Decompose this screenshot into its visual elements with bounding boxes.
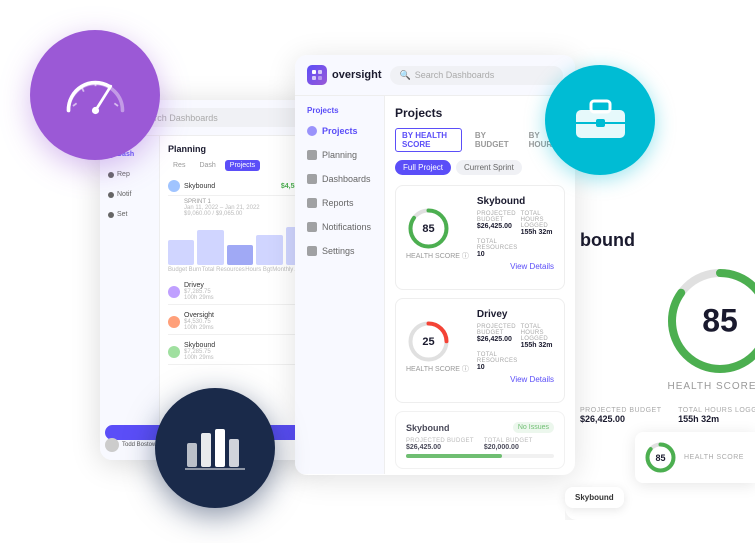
mid-sidebar: Projects Projects Planning Dashboards Re… <box>295 96 385 474</box>
bar-chart-icon <box>185 421 245 476</box>
teal-circle-decoration <box>545 65 655 175</box>
mid-main-content: Projects BY HEALTH SCORE BY BUDGET BY HO… <box>385 96 575 474</box>
skybound-bottom-label: Skybound <box>565 487 624 508</box>
skybound2-name: Skybound <box>406 423 450 433</box>
skybound2-progress <box>406 454 554 458</box>
health-score-partial: 85 HEALTH SCORE <box>635 432 755 483</box>
sidebar-item-settings[interactable]: Set <box>105 206 154 223</box>
list-item: Oversight $4,530.75 100h 29ms <box>168 309 312 335</box>
oversight-logo: oversight <box>307 65 382 85</box>
sidebar-mid-reports[interactable]: Reports <box>303 192 376 214</box>
project-card-skybound: 85 HEALTH SCORE ⓘ Skybound PROJECTED BUD… <box>395 185 565 290</box>
partial-label: HEALTH SCORE <box>684 454 744 461</box>
drivey-health-label: HEALTH SCORE ⓘ <box>406 364 469 374</box>
briefcase-icon <box>573 95 628 145</box>
project-card-skybound2: Skybound No Issues PROJECTED BUDGET $26,… <box>395 411 565 469</box>
left-sidebar: Dash Rep Notif Set + Create Project <box>100 136 160 460</box>
skybound-health-label: HEALTH SCORE ⓘ <box>406 251 469 261</box>
skybound-score: 85 <box>422 223 434 235</box>
right-project-name: bound <box>580 230 755 251</box>
drivey-score: 25 <box>422 336 434 348</box>
list-item: Drivey $7,285.75 100h 29ms <box>168 279 312 305</box>
skybound-stats: PROJECTED BUDGET $26,425.00 TOTAL HOURS … <box>477 211 554 258</box>
planning-title: Planning <box>168 144 312 154</box>
skybound-view-details[interactable]: View Details <box>477 262 554 271</box>
project-card-drivey: 25 HEALTH SCORE ⓘ Drivey PROJECTED BUDGE… <box>395 298 565 403</box>
big-health-score: 85 <box>702 303 738 340</box>
drivey-view-details[interactable]: View Details <box>477 375 554 384</box>
sidebar-item-notifications[interactable]: Notif <box>105 186 154 203</box>
sidebar-mid-planning[interactable]: Planning <box>303 144 376 166</box>
sidebar-mid-notifications[interactable]: Notifications <box>303 216 376 238</box>
drivey-hours-stat: TOTAL HOURS LOGGED 155h 32m <box>521 324 554 349</box>
mid-panel-header: oversight 🔍 Search Dashboards <box>295 55 575 96</box>
skybound2-total-budget: TOTAL BUDGET $20,000.00 <box>484 438 533 451</box>
mid-search-placeholder: Search Dashboards <box>415 70 495 80</box>
partial-health-content: 85 HEALTH SCORE <box>643 440 747 475</box>
oversight-app-name: oversight <box>332 69 382 81</box>
drivey-name: Drivey <box>477 309 554 320</box>
big-health-label: HEALTH SCORE <box>667 381 755 392</box>
purple-circle-decoration <box>30 30 160 160</box>
projects-below-chart: Drivey $7,285.75 100h 29ms Oversight $4,… <box>168 279 312 365</box>
view-tabs: Full Project Current Sprint <box>395 160 565 175</box>
sidebar-mid-settings[interactable]: Settings <box>303 240 376 262</box>
drivey-info: Drivey PROJECTED BUDGET $26,425.00 TOTAL… <box>477 309 554 384</box>
projects-title: Projects <box>395 106 565 120</box>
drivey-stats: PROJECTED BUDGET $26,425.00 TOTAL HOURS … <box>477 324 554 371</box>
mid-panel: oversight 🔍 Search Dashboards Projects P… <box>295 55 575 475</box>
skybound-hours-stat: TOTAL HOURS LOGGED 155h 32m <box>521 211 554 236</box>
right-budget-stat: PROJECTED BUDGET $26,425.00 <box>580 407 662 424</box>
sidebar-mid-dashboards[interactable]: Dashboards <box>303 168 376 190</box>
search-icon-mid: 🔍 <box>400 70 411 81</box>
big-health-info: HEALTH SCORE ⓘ <box>667 376 755 392</box>
left-tabs: Res Dash Projects <box>168 160 312 171</box>
project-card-drivey-header: 25 HEALTH SCORE ⓘ Drivey PROJECTED BUDGE… <box>406 309 554 384</box>
drivey-health-circle: 25 <box>406 319 451 364</box>
tab-resources[interactable]: Res <box>168 160 190 171</box>
filter-budget[interactable]: BY BUDGET <box>468 128 516 152</box>
no-issues-badge: No Issues <box>513 422 554 433</box>
drivey-resources-stat: TOTAL RESOURCES 10 <box>477 352 518 371</box>
view-current-sprint[interactable]: Current Sprint <box>456 160 522 175</box>
project-list-small: Skybound $4,530.75 SPRINT 1 Jan 11, 2022… <box>168 177 312 217</box>
filter-tabs: BY HEALTH SCORE BY BUDGET BY HOURS <box>395 128 565 152</box>
list-item: Skybound $4,530.75 <box>168 177 312 196</box>
navy-circle-decoration <box>155 388 275 508</box>
skybound-resources-stat: TOTAL RESOURCES 10 <box>477 239 518 258</box>
drivey-budget-stat: PROJECTED BUDGET $26,425.00 <box>477 324 518 349</box>
list-item: Skybound $7,285.75 100h 29ms <box>168 339 312 365</box>
scene: 🔍 Search Dashboards Dash Rep Notif <box>0 0 755 543</box>
oversight-logo-icon <box>307 65 327 85</box>
skybound-health-circle: 85 <box>406 206 451 251</box>
sidebar-mid-projects[interactable]: Projects <box>303 120 376 142</box>
mid-panel-body: Projects Projects Planning Dashboards Re… <box>295 96 575 474</box>
skybound2-stats: PROJECTED BUDGET $26,425.00 TOTAL BUDGET… <box>406 438 554 451</box>
skybound-budget-stat: PROJECTED BUDGET $26,425.00 <box>477 211 518 236</box>
big-health-circle: 85 <box>665 266 755 376</box>
skybound2-proj-budget: PROJECTED BUDGET $26,425.00 <box>406 438 474 451</box>
mid-search-bar[interactable]: 🔍 Search Dashboards <box>390 66 563 85</box>
project-card-skybound-header: 85 HEALTH SCORE ⓘ Skybound PROJECTED BUD… <box>406 196 554 271</box>
partial-donut: 85 <box>643 440 678 475</box>
right-stats: PROJECTED BUDGET $26,425.00 TOTAL HOURS … <box>580 407 755 424</box>
filter-health-score[interactable]: BY HEALTH SCORE <box>395 128 462 152</box>
big-health-wrapper: 85 HEALTH SCORE ⓘ <box>580 266 755 392</box>
tab-projects-left[interactable]: Projects <box>225 160 260 171</box>
skybound-info: Skybound PROJECTED BUDGET $26,425.00 TOT… <box>477 196 554 271</box>
speedometer-icon <box>63 70 128 120</box>
chart-bars-small <box>168 225 312 265</box>
partial-score: 85 <box>655 453 665 463</box>
sidebar-item-reports[interactable]: Rep <box>105 166 154 183</box>
view-full-project[interactable]: Full Project <box>395 160 451 175</box>
right-hours-stat: TOTAL HOURS LOGGED 155h 32m <box>678 407 755 424</box>
mid-sidebar-section-label: Projects <box>303 106 376 115</box>
tab-dashboards-left[interactable]: Dash <box>194 160 220 171</box>
skybound-name: Skybound <box>477 196 554 207</box>
